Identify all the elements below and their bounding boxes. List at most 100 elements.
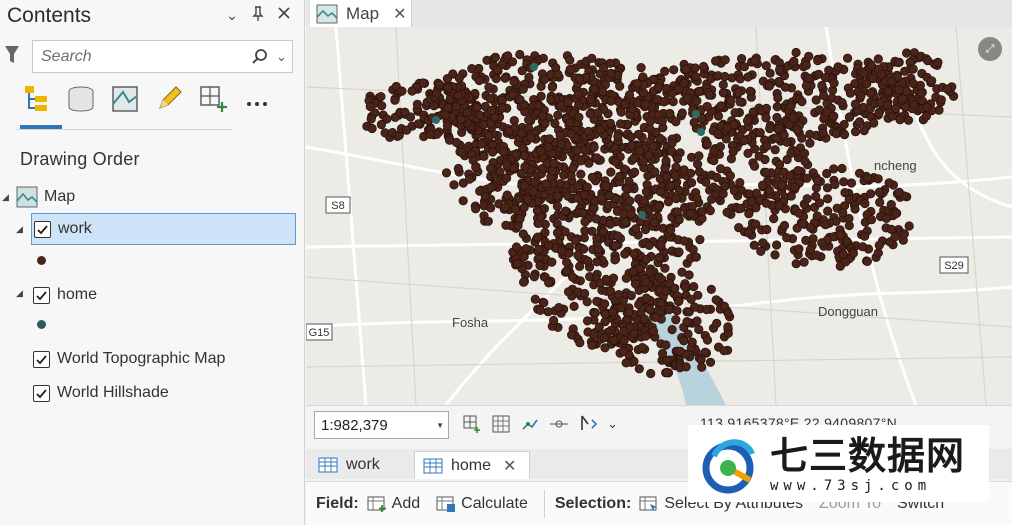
work-point[interactable] (772, 102, 782, 112)
work-point[interactable] (641, 331, 651, 341)
work-point[interactable] (594, 322, 604, 332)
work-point[interactable] (769, 214, 779, 224)
work-point[interactable] (519, 277, 529, 287)
work-point[interactable] (866, 189, 876, 199)
search-options-chevron-icon[interactable]: ⌄ (271, 49, 292, 65)
work-point[interactable] (529, 272, 539, 282)
work-point[interactable] (565, 64, 575, 74)
work-point[interactable] (674, 185, 684, 195)
work-point[interactable] (533, 101, 543, 111)
work-point[interactable] (674, 215, 684, 225)
work-point[interactable] (511, 242, 522, 252)
work-point[interactable] (625, 196, 635, 206)
work-point[interactable] (689, 282, 699, 292)
work-point[interactable] (559, 170, 569, 180)
work-point[interactable] (845, 88, 856, 98)
north-arrow-icon[interactable] (578, 414, 598, 434)
work-point[interactable] (873, 54, 883, 64)
work-point[interactable] (555, 130, 565, 141)
work-point[interactable] (619, 326, 629, 336)
constraints-icon[interactable] (549, 414, 569, 434)
list-by-selection-icon[interactable] (110, 84, 140, 114)
work-point[interactable] (854, 168, 865, 178)
work-point[interactable] (574, 74, 585, 84)
work-point[interactable] (535, 260, 545, 271)
work-point[interactable] (735, 97, 745, 107)
work-point[interactable] (814, 105, 825, 115)
work-point[interactable] (850, 99, 861, 109)
work-point[interactable] (846, 178, 857, 188)
work-point[interactable] (764, 81, 774, 91)
work-point[interactable] (608, 307, 618, 317)
work-point[interactable] (777, 180, 787, 190)
work-point[interactable] (894, 84, 904, 95)
work-point[interactable] (794, 208, 804, 218)
work-point[interactable] (640, 99, 651, 110)
work-point[interactable] (641, 293, 651, 303)
work-point[interactable] (572, 193, 582, 203)
work-point[interactable] (478, 120, 489, 130)
work-point[interactable] (671, 117, 681, 127)
work-point[interactable] (567, 272, 578, 282)
work-point[interactable] (641, 187, 651, 197)
work-point[interactable] (667, 138, 677, 148)
work-point[interactable] (454, 73, 464, 83)
work-point[interactable] (485, 94, 495, 104)
work-point[interactable] (779, 130, 789, 140)
work-point[interactable] (875, 98, 885, 108)
work-point[interactable] (474, 75, 484, 86)
tree-item-map[interactable]: ◢ Map (2, 181, 75, 213)
work-point[interactable] (791, 47, 801, 58)
work-point[interactable] (758, 238, 768, 248)
work-point[interactable] (789, 56, 799, 67)
work-point[interactable] (692, 96, 702, 106)
work-point[interactable] (619, 335, 629, 346)
work-point[interactable] (655, 187, 666, 197)
work-point[interactable] (691, 71, 701, 82)
work-point[interactable] (591, 214, 601, 224)
work-point[interactable] (873, 174, 883, 184)
work-point[interactable] (650, 167, 660, 177)
work-point[interactable] (440, 110, 450, 120)
work-point[interactable] (574, 112, 584, 122)
list-by-drawing-order-icon[interactable] (22, 84, 52, 114)
work-point[interactable] (616, 303, 626, 313)
work-point[interactable] (884, 178, 894, 188)
topo-visibility-checkbox[interactable] (33, 350, 50, 368)
work-point[interactable] (817, 238, 827, 248)
work-point[interactable] (739, 136, 749, 146)
work-point[interactable] (554, 302, 564, 313)
work-point[interactable] (645, 116, 655, 127)
work-point[interactable] (692, 159, 703, 169)
work-point[interactable] (633, 129, 644, 139)
work-point[interactable] (804, 51, 814, 61)
work-point[interactable] (793, 166, 803, 176)
work-point[interactable] (761, 198, 771, 208)
work-point[interactable] (589, 84, 600, 94)
work-point[interactable] (624, 90, 635, 100)
work-point[interactable] (488, 147, 498, 157)
work-point[interactable] (680, 282, 690, 292)
home-point[interactable] (638, 211, 646, 219)
work-point[interactable] (634, 364, 644, 374)
work-point[interactable] (705, 357, 716, 367)
work-point[interactable] (556, 139, 566, 149)
work-point[interactable] (669, 65, 679, 75)
work-point[interactable] (526, 133, 536, 143)
work-point[interactable] (797, 133, 807, 143)
work-point[interactable] (798, 219, 808, 229)
work-point[interactable] (805, 222, 816, 233)
work-point[interactable] (376, 92, 386, 102)
work-point[interactable] (720, 71, 730, 82)
work-point[interactable] (598, 227, 608, 237)
work-point[interactable] (509, 77, 519, 87)
work-point[interactable] (689, 302, 700, 312)
work-point[interactable] (811, 191, 821, 201)
work-point[interactable] (706, 284, 716, 294)
work-point[interactable] (817, 80, 827, 91)
work-point[interactable] (873, 248, 883, 258)
work-point[interactable] (799, 148, 810, 159)
work-point[interactable] (659, 97, 669, 107)
work-point[interactable] (745, 86, 755, 96)
work-point[interactable] (646, 368, 656, 379)
